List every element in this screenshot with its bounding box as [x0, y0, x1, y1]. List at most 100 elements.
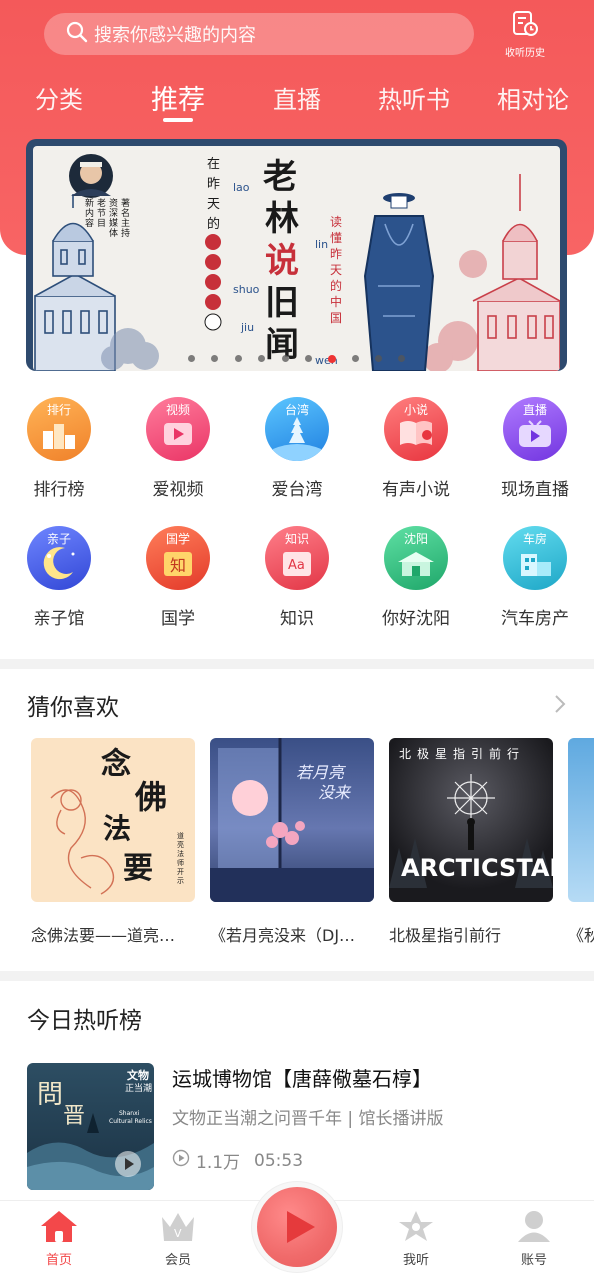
album-cover	[568, 738, 594, 902]
grid-item-ranking[interactable]: 排行 排行榜	[9, 397, 109, 500]
guess-card[interactable]: 念 佛 法 要 道亮法师开示 念佛法要——道亮…	[31, 738, 195, 946]
hot-item-cover[interactable]: 問 晋 文物 正当潮 Shanxi Cultural Relics	[27, 1063, 154, 1190]
banner-dot[interactable]	[188, 355, 195, 362]
tab-live[interactable]: 直播	[273, 80, 321, 115]
hot-section-title: 今日热听榜	[27, 1008, 142, 1034]
player-button[interactable]	[252, 1182, 342, 1272]
banner-dot[interactable]	[375, 355, 382, 362]
history-button[interactable]: 收听历史	[500, 10, 550, 59]
svg-text:Cultural Relics: Cultural Relics	[109, 1118, 152, 1125]
banner-dot[interactable]	[398, 355, 405, 362]
hot-item-subtitle: 文物正当潮之问晋千年 | 馆长播讲版	[172, 1109, 444, 1129]
svg-text:师: 师	[177, 858, 184, 867]
svg-text:道: 道	[177, 831, 184, 840]
svg-text:示: 示	[177, 877, 184, 885]
guess-card[interactable]: 若月亮 没来 《若月亮没来（DJ…	[210, 738, 374, 946]
grid-item-live[interactable]: 直播 现场直播	[485, 397, 585, 500]
novel-icon: 小说	[384, 397, 448, 461]
banner-pagination[interactable]	[0, 355, 594, 365]
grid-item-taiwan[interactable]: 台湾 爱台湾	[247, 397, 347, 500]
sinology-icon: 国学 知	[146, 526, 210, 590]
svg-text:昨: 昨	[330, 247, 342, 261]
svg-text:容: 容	[85, 217, 94, 229]
active-tab-indicator	[163, 118, 193, 122]
album-cover: 若月亮 没来	[210, 738, 374, 902]
banner-dot[interactable]	[352, 355, 359, 362]
svg-text:佛: 佛	[134, 778, 167, 816]
grid-item-kids[interactable]: 亲子 亲子馆	[9, 526, 109, 629]
svg-text:法: 法	[103, 812, 131, 845]
taiwan-icon: 台湾	[265, 397, 329, 461]
nav-account[interactable]: 账号	[494, 1209, 574, 1268]
nav-home[interactable]: 首页	[19, 1209, 99, 1268]
svg-text:天: 天	[207, 197, 220, 212]
banner-dot-active[interactable]	[328, 355, 336, 363]
svg-text:在: 在	[207, 157, 220, 172]
grid-label: 你好沈阳	[382, 609, 450, 629]
svg-text:内: 内	[85, 207, 94, 219]
nav-label: 会员	[164, 1253, 191, 1268]
svg-text:知: 知	[170, 556, 186, 575]
svg-text:说: 说	[265, 241, 299, 281]
tab-recommend[interactable]: 推荐	[151, 78, 205, 117]
svg-text:V: V	[174, 1227, 182, 1240]
svg-text:要: 要	[123, 851, 153, 886]
grid-label: 国学	[161, 609, 195, 629]
grid-item-car-house[interactable]: 车房 汽车房产	[485, 526, 585, 629]
hot-item-title[interactable]: 运城博物馆【唐薛儆墓石椁】	[172, 1063, 432, 1092]
promo-banner[interactable]: 老 林 说 旧 闻 lao lin shuo jiu wen 在昨天的 读懂昨天的中国 …	[26, 139, 567, 371]
kids-icon: 亲子	[27, 526, 91, 590]
svg-text:深: 深	[109, 208, 118, 219]
crown-icon: V	[158, 1213, 198, 1247]
card-title: 北极星指引前行	[389, 926, 502, 945]
banner-dot[interactable]	[235, 355, 242, 362]
banner-dot[interactable]	[258, 355, 265, 362]
grid-label: 汽车房产	[501, 609, 569, 629]
grid-item-sinology[interactable]: 国学 知 国学	[128, 526, 228, 629]
grid-item-knowledge[interactable]: 知识 Aa 知识	[247, 526, 347, 629]
play-circle-icon[interactable]	[114, 1150, 142, 1182]
home-icon	[39, 1211, 79, 1247]
svg-text:林: 林	[265, 199, 299, 239]
grid-item-shenyang[interactable]: 沈阳 你好沈阳	[366, 526, 466, 629]
nav-label: 我听	[402, 1253, 429, 1268]
grid-label: 知识	[280, 609, 314, 629]
grid-label: 现场直播	[501, 480, 569, 500]
svg-text:老: 老	[263, 157, 297, 197]
tab-category[interactable]: 分类	[35, 80, 83, 115]
svg-text:shuo: shuo	[233, 283, 260, 296]
grid-label: 亲子馆	[33, 609, 85, 629]
tab-relativity[interactable]: 相对论	[497, 80, 569, 115]
search-bar[interactable]: 搜索你感兴趣的内容	[44, 13, 474, 55]
nav-label: 账号	[520, 1253, 547, 1268]
chevron-right-icon[interactable]	[553, 694, 567, 718]
tab-hot-books[interactable]: 热听书	[378, 80, 450, 115]
shenyang-icon: 沈阳	[384, 526, 448, 590]
svg-text:lin: lin	[315, 238, 328, 251]
knowledge-icon: 知识 Aa	[265, 526, 329, 590]
search-placeholder: 搜索你感兴趣的内容	[94, 25, 256, 46]
svg-text:ARCTICSTAR: ARCTICSTAR	[401, 854, 553, 882]
svg-text:老: 老	[97, 197, 106, 209]
svg-text:持: 持	[121, 227, 130, 239]
nav-my-listening[interactable]: 我听	[376, 1209, 456, 1268]
history-label: 收听历史	[505, 48, 545, 59]
svg-text:开: 开	[177, 868, 184, 876]
live-icon: 直播	[503, 397, 567, 461]
banner-dot[interactable]	[305, 355, 312, 362]
grid-item-novel[interactable]: 小说 有声小说	[366, 397, 466, 500]
grid-item-video[interactable]: 视频 爱视频	[128, 397, 228, 500]
svg-text:著: 著	[121, 197, 130, 209]
history-icon	[511, 11, 539, 42]
banner-dot[interactable]	[282, 355, 289, 362]
svg-text:的: 的	[207, 216, 220, 232]
banner-dot[interactable]	[211, 355, 218, 362]
guess-card-partial[interactable]: 《秋	[568, 738, 594, 946]
section-divider	[0, 971, 594, 981]
svg-text:jiu: jiu	[240, 321, 254, 334]
svg-text:中: 中	[330, 294, 342, 309]
nav-vip[interactable]: V 会员	[138, 1209, 218, 1268]
svg-text:晋: 晋	[63, 1104, 85, 1129]
guess-card[interactable]: 北极星指引前行 ARCTICSTAR 北极星指引前行	[389, 738, 553, 946]
nav-label: 首页	[45, 1253, 72, 1268]
